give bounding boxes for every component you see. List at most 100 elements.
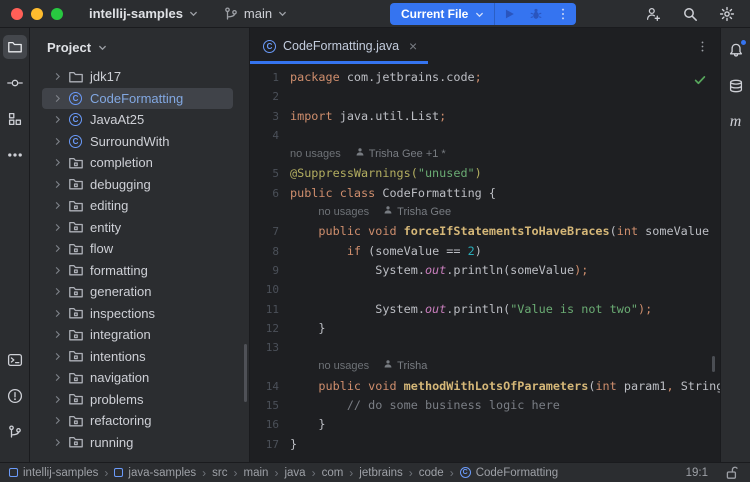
close-window-button[interactable]	[11, 8, 23, 20]
chevron-right-icon[interactable]	[52, 286, 63, 297]
chevron-right-icon[interactable]	[52, 200, 63, 211]
code-line-14[interactable]: 14 public void methodWithLotsOfParameter…	[250, 377, 720, 396]
breadcrumb-item-src[interactable]: src	[212, 467, 227, 479]
tool-strip-more-tool-windows-icon[interactable]	[3, 143, 27, 167]
line-number[interactable]: 13	[250, 338, 288, 357]
usages-hint[interactable]: no usages	[318, 357, 369, 376]
chevron-right-icon[interactable]	[52, 394, 63, 405]
chevron-right-icon[interactable]	[52, 71, 63, 82]
project-panel-header[interactable]: Project	[30, 28, 249, 66]
line-number[interactable]: 6	[250, 184, 288, 203]
code-editor[interactable]: 1package com.jetbrains.code;23import jav…	[250, 64, 720, 462]
tree-item-navigation[interactable]: navigation	[42, 367, 233, 389]
tool-strip-structure-icon[interactable]	[3, 107, 27, 131]
code-line-7[interactable]: 7 public void forceIfStatementsToHaveBra…	[250, 222, 720, 241]
breadcrumb-item-java[interactable]: java	[284, 467, 305, 479]
tool-strip-maven-icon[interactable]: m	[724, 110, 748, 134]
code-line-13[interactable]: 13	[250, 338, 720, 357]
breadcrumb-item-com[interactable]: com	[322, 467, 344, 479]
tool-strip-problems-icon[interactable]	[3, 384, 27, 408]
chevron-right-icon[interactable]	[52, 265, 63, 276]
breadcrumb-item-java-samples[interactable]: java-samples	[114, 467, 196, 479]
project-tree-scrollbar[interactable]	[244, 344, 247, 402]
vcs-widget[interactable]: main	[223, 6, 288, 22]
tree-item-integration[interactable]: integration	[42, 324, 233, 346]
line-number[interactable]: 4	[250, 126, 288, 145]
chevron-right-icon[interactable]	[52, 157, 63, 168]
breadcrumb-item-code[interactable]: code	[419, 467, 444, 479]
tree-item-formatting[interactable]: formatting	[42, 260, 233, 282]
editor-tab[interactable]: C CodeFormatting.java ×	[250, 28, 428, 64]
tree-item-JavaAt25[interactable]: CJavaAt25	[42, 109, 233, 131]
tree-item-debugging[interactable]: debugging	[42, 174, 233, 196]
tree-item-entity[interactable]: entity	[42, 217, 233, 239]
code-line-9[interactable]: 9 System.out.println(someValue);	[250, 261, 720, 280]
code-line-6[interactable]: 6public class CodeFormatting {	[250, 184, 720, 203]
line-number[interactable]: 1	[250, 68, 288, 87]
project-widget[interactable]: intellij-samples	[89, 6, 199, 21]
line-number[interactable]: 16	[250, 415, 288, 434]
breadcrumb-item-CodeFormatting[interactable]: CCodeFormatting	[460, 467, 558, 479]
run-button[interactable]	[495, 3, 522, 25]
more-run-actions-button[interactable]	[549, 3, 576, 25]
settings-gear-icon[interactable]	[719, 6, 735, 22]
tree-item-CodeFormatting[interactable]: CCodeFormatting	[42, 88, 233, 110]
chevron-right-icon[interactable]	[52, 372, 63, 383]
chevron-right-icon[interactable]	[52, 114, 63, 125]
line-number[interactable]: 10	[250, 280, 288, 299]
line-number[interactable]: 14	[250, 377, 288, 396]
code-line-15[interactable]: 15 // do some business logic here	[250, 396, 720, 415]
line-number[interactable]: 3	[250, 107, 288, 126]
chevron-right-icon[interactable]	[52, 415, 63, 426]
chevron-right-icon[interactable]	[52, 222, 63, 233]
tool-strip-notifications-icon[interactable]	[724, 38, 748, 62]
close-tab-icon[interactable]: ×	[409, 39, 417, 53]
tree-item-inspections[interactable]: inspections	[42, 303, 233, 325]
code-line-1[interactable]: 1package com.jetbrains.code;	[250, 68, 720, 87]
tool-strip-commit-icon[interactable]	[3, 71, 27, 95]
code-line-11[interactable]: 11 System.out.println("Value is not two"…	[250, 300, 720, 319]
author-hint[interactable]: Trisha Gee	[383, 203, 451, 222]
code-line-8[interactable]: 8 if (someValue == 2)	[250, 242, 720, 261]
code-line-3[interactable]: 3import java.util.List;	[250, 107, 720, 126]
caret-position[interactable]: 19:1	[686, 467, 708, 479]
editor-options-kebab-icon[interactable]	[696, 28, 709, 64]
tool-strip-database-icon[interactable]	[724, 74, 748, 98]
editor-scrollbar[interactable]	[712, 356, 715, 372]
code-line-2[interactable]: 2	[250, 87, 720, 106]
line-number[interactable]: 7	[250, 222, 288, 241]
author-hint[interactable]: Trisha Gee +1 *	[355, 145, 446, 164]
tool-strip-version-control-icon[interactable]	[3, 420, 27, 444]
code-line-16[interactable]: 16 }	[250, 415, 720, 434]
code-line-5[interactable]: 5@SuppressWarnings("unused")	[250, 164, 720, 183]
tree-item-intentions[interactable]: intentions	[42, 346, 233, 368]
code-line-12[interactable]: 12 }	[250, 319, 720, 338]
unlocked-padlock-icon[interactable]	[724, 465, 740, 481]
tree-item-problems[interactable]: problems	[42, 389, 233, 411]
chevron-right-icon[interactable]	[52, 136, 63, 147]
zoom-window-button[interactable]	[51, 8, 63, 20]
chevron-right-icon[interactable]	[52, 243, 63, 254]
search-icon[interactable]	[682, 6, 698, 22]
line-number[interactable]: 12	[250, 319, 288, 338]
chevron-right-icon[interactable]	[52, 93, 63, 104]
code-line-4[interactable]: 4	[250, 126, 720, 145]
chevron-right-icon[interactable]	[52, 351, 63, 362]
tree-item-jdk17[interactable]: jdk17	[42, 66, 233, 88]
tree-item-completion[interactable]: completion	[42, 152, 233, 174]
tree-item-editing[interactable]: editing	[42, 195, 233, 217]
breadcrumb-item-jetbrains[interactable]: jetbrains	[359, 467, 402, 479]
author-hint[interactable]: Trisha	[383, 357, 427, 376]
chevron-right-icon[interactable]	[52, 437, 63, 448]
inspections-ok-checkmark-icon[interactable]	[693, 73, 707, 90]
breadcrumb-item-main[interactable]: main	[244, 467, 269, 479]
tree-item-SurroundWith[interactable]: CSurroundWith	[42, 131, 233, 153]
add-user-icon[interactable]	[645, 6, 661, 22]
line-number[interactable]: 2	[250, 87, 288, 106]
tree-item-flow[interactable]: flow	[42, 238, 233, 260]
code-line-10[interactable]: 10	[250, 280, 720, 299]
line-number[interactable]: 5	[250, 164, 288, 183]
line-number[interactable]: 9	[250, 261, 288, 280]
chevron-right-icon[interactable]	[52, 329, 63, 340]
breadcrumb-item-intellij-samples[interactable]: intellij-samples	[9, 467, 98, 479]
